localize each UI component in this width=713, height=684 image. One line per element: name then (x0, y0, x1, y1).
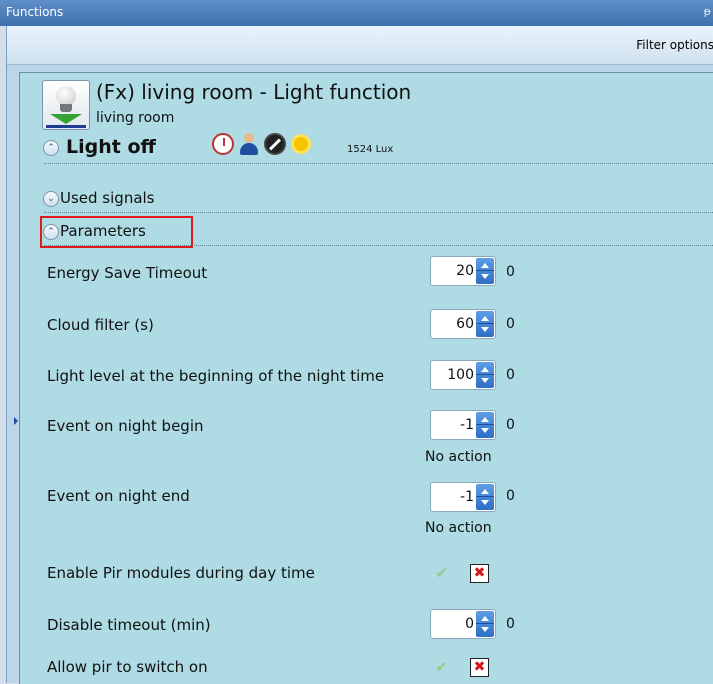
stepper-value: -1 (460, 417, 474, 433)
night-end-event-stepper[interactable]: -1 (430, 482, 496, 512)
used-signals-header[interactable]: Used signals (60, 189, 155, 207)
param-label: Light level at the beginning of the nigh… (47, 367, 385, 385)
disabled-icon (264, 133, 286, 155)
collapse-arrow-icon[interactable] (14, 417, 18, 425)
clock-icon (212, 133, 234, 155)
param-label: Event on night begin (47, 417, 204, 435)
param-extra: 0 (506, 316, 515, 332)
divider (44, 245, 713, 246)
divider (44, 212, 713, 213)
light-level-stepper[interactable]: 100 (430, 360, 496, 390)
light-bulb-icon[interactable] (42, 80, 90, 130)
window-titlebar: Functions ᵽ (0, 0, 713, 26)
cancel-x-icon[interactable]: ✖ (470, 658, 489, 677)
functions-frame: Filter options (Fx) living room - Light … (6, 26, 713, 684)
stepper-value: 0 (465, 616, 474, 632)
param-extra: 0 (506, 488, 515, 504)
stepper-arrows-icon[interactable] (476, 412, 494, 438)
confirm-check-icon[interactable]: ✔ (433, 565, 450, 582)
param-note: No action (425, 520, 492, 536)
function-title: (Fx) living room - Light function (96, 80, 412, 104)
param-note: No action (425, 449, 492, 465)
night-begin-event-stepper[interactable]: -1 (430, 410, 496, 440)
param-extra: 0 (506, 417, 515, 433)
param-label: Energy Save Timeout (47, 264, 208, 282)
stepper-arrows-icon[interactable] (476, 484, 494, 510)
filter-options-button[interactable]: Filter options (636, 38, 713, 52)
param-label: Cloud filter (s) (47, 316, 154, 334)
stepper-value: 20 (456, 263, 474, 279)
collapse-state-icon[interactable]: ⌃ (43, 140, 59, 156)
param-label: Allow pir to switch on (47, 658, 208, 676)
param-label: Disable timeout (min) (47, 616, 211, 634)
sun-icon (290, 133, 312, 155)
stepper-value: 100 (447, 367, 474, 383)
pin-icon[interactable]: ᵽ (704, 5, 711, 18)
disable-timeout-stepper[interactable]: 0 (430, 609, 496, 639)
cancel-x-icon[interactable]: ✖ (470, 564, 489, 583)
confirm-check-icon[interactable]: ✔ (433, 659, 450, 676)
param-extra: 0 (506, 367, 515, 383)
light-state: Light off (66, 136, 156, 158)
stepper-arrows-icon[interactable] (476, 362, 494, 388)
lux-value: 1524 Lux (347, 144, 394, 155)
stepper-value: -1 (460, 489, 474, 505)
expand-used-signals-icon[interactable]: ⌄ (43, 191, 59, 207)
param-extra: 0 (506, 616, 515, 632)
param-label: Enable Pir modules during day time (47, 564, 315, 582)
collapse-parameters-icon[interactable]: ⌃ (43, 224, 59, 240)
parameters-header[interactable]: Parameters (60, 222, 146, 240)
stepper-arrows-icon[interactable] (476, 311, 494, 337)
function-panel: (Fx) living room - Light function living… (19, 72, 713, 684)
function-room: living room (96, 110, 175, 126)
window-title: Functions (6, 5, 64, 19)
energy-save-timeout-stepper[interactable]: 20 (430, 256, 496, 286)
param-label: Event on night end (47, 487, 190, 505)
param-extra: 0 (506, 264, 515, 280)
stepper-arrows-icon[interactable] (476, 258, 494, 284)
filter-toolbar: Filter options (7, 26, 713, 65)
person-icon (238, 133, 260, 155)
stepper-arrows-icon[interactable] (476, 611, 494, 637)
divider (44, 163, 713, 164)
stepper-value: 60 (456, 316, 474, 332)
cloud-filter-stepper[interactable]: 60 (430, 309, 496, 339)
